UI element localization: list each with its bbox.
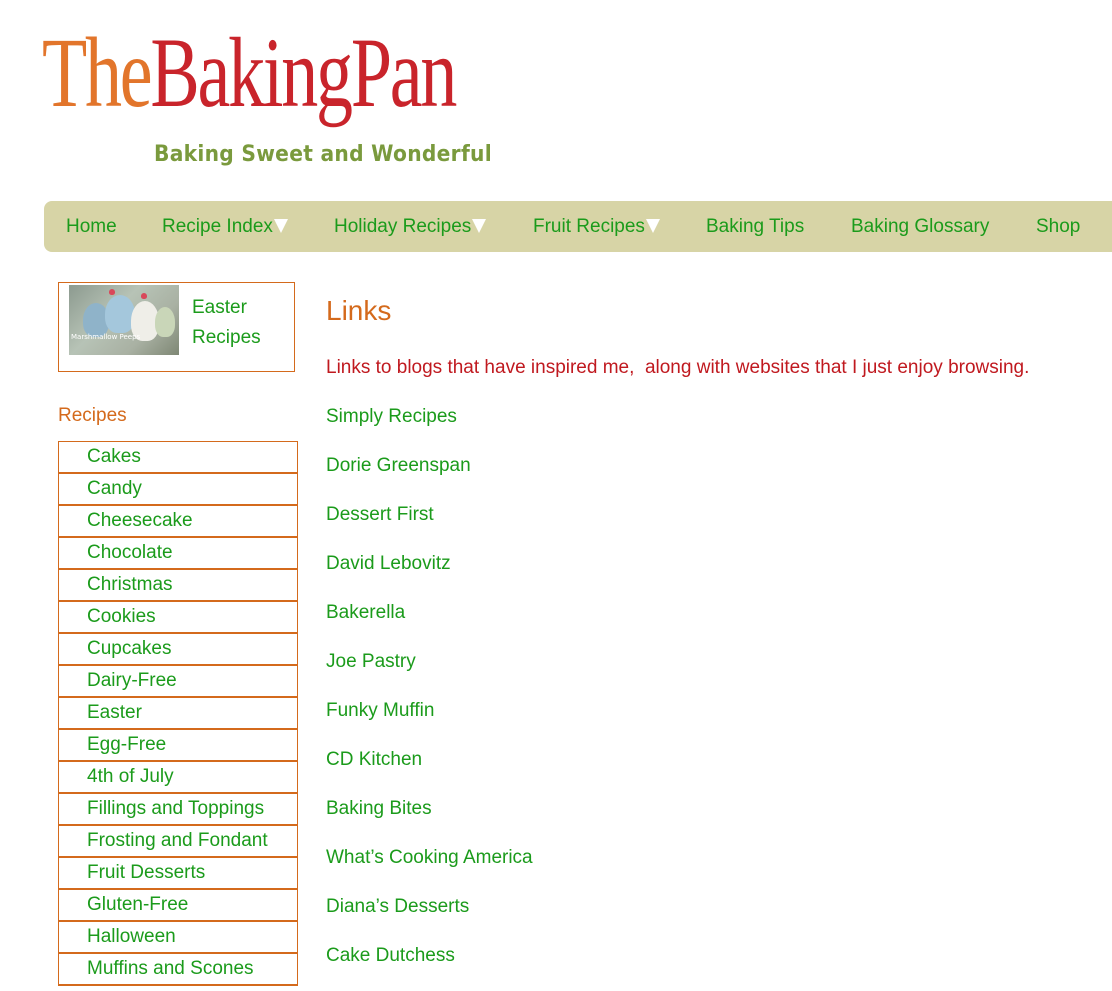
nav-fruit-recipes-label: Fruit Recipes bbox=[533, 216, 645, 237]
external-link[interactable]: Baking Bites bbox=[326, 795, 533, 844]
recipe-category-link[interactable]: Muffins and Scones bbox=[59, 954, 297, 986]
nav-shop-label: Shop bbox=[1036, 216, 1081, 237]
nav-baking-glossary[interactable]: Baking Glossary bbox=[851, 201, 989, 252]
dropdown-arrow-icon bbox=[273, 219, 288, 233]
recipe-category-link[interactable]: Fillings and Toppings bbox=[59, 794, 297, 826]
external-link[interactable]: Cake Dutchess bbox=[326, 942, 533, 991]
feature-label-line2: Recipes bbox=[192, 327, 261, 348]
peep-shape bbox=[155, 307, 175, 337]
recipe-category-link[interactable]: Cheesecake bbox=[59, 506, 297, 538]
nav-baking-glossary-label: Baking Glossary bbox=[851, 216, 990, 237]
recipe-category-link[interactable]: Cupcakes bbox=[59, 634, 297, 666]
easter-recipes-feature[interactable]: Marshmallow Peeps Easter Recipes bbox=[58, 282, 295, 372]
nav-home-label: Home bbox=[66, 216, 117, 237]
external-link[interactable]: Joe Pastry bbox=[326, 648, 533, 697]
recipe-category-link[interactable]: Easter bbox=[59, 698, 297, 730]
bow-shape bbox=[109, 289, 115, 295]
recipe-category-link[interactable]: Candy bbox=[59, 474, 297, 506]
recipe-category-link[interactable]: Dairy-Free bbox=[59, 666, 297, 698]
site-logo[interactable]: TheBakingPan Baking Sweet and Wonderful bbox=[42, 14, 502, 174]
recipe-category-link[interactable]: Cakes bbox=[59, 442, 297, 474]
external-link[interactable]: Dessert First bbox=[326, 501, 533, 550]
site-tagline: Baking Sweet and Wonderful bbox=[154, 142, 492, 167]
nav-holiday-recipes[interactable]: Holiday Recipes bbox=[334, 201, 487, 252]
feature-label-line1: Easter bbox=[192, 297, 247, 318]
recipe-category-link[interactable]: Halloween bbox=[59, 922, 297, 954]
feature-label[interactable]: Easter Recipes bbox=[192, 293, 292, 353]
nav-shop[interactable]: Shop bbox=[1036, 201, 1080, 252]
recipe-category-link[interactable]: Chocolate bbox=[59, 538, 297, 570]
recipe-category-link[interactable]: 4th of July bbox=[59, 762, 297, 794]
recipe-category-link[interactable]: Fruit Desserts bbox=[59, 858, 297, 890]
dropdown-arrow-icon bbox=[645, 219, 660, 233]
external-links-list: Simply Recipes Dorie Greenspan Dessert F… bbox=[326, 403, 533, 991]
recipe-category-link[interactable]: Frosting and Fondant bbox=[59, 826, 297, 858]
external-link[interactable]: Funky Muffin bbox=[326, 697, 533, 746]
logo-the: The bbox=[42, 17, 153, 128]
nav-baking-tips[interactable]: Baking Tips bbox=[706, 201, 804, 252]
nav-holiday-recipes-label: Holiday Recipes bbox=[334, 216, 472, 237]
external-link[interactable]: David Lebovitz bbox=[326, 550, 533, 599]
nav-fruit-recipes[interactable]: Fruit Recipes bbox=[533, 201, 660, 252]
logo-wordmark: TheBakingPan bbox=[42, 14, 457, 132]
external-link[interactable]: Simply Recipes bbox=[326, 403, 533, 452]
image-caption: Marshmallow Peeps bbox=[71, 333, 141, 341]
nav-recipe-index-label: Recipe Index bbox=[162, 216, 273, 237]
nav-home[interactable]: Home bbox=[66, 201, 117, 252]
external-link[interactable]: Diana’s Desserts bbox=[326, 893, 533, 942]
marshmallow-peeps-image[interactable]: Marshmallow Peeps bbox=[69, 285, 179, 355]
recipe-category-link[interactable]: Egg-Free bbox=[59, 730, 297, 762]
nav-baking-tips-label: Baking Tips bbox=[706, 216, 805, 237]
dropdown-arrow-icon bbox=[472, 219, 487, 233]
main-nav: Home Recipe Index Holiday Recipes Fruit … bbox=[44, 201, 1112, 252]
external-link[interactable]: Bakerella bbox=[326, 599, 533, 648]
external-link[interactable]: What’s Cooking America bbox=[326, 844, 533, 893]
external-link[interactable]: CD Kitchen bbox=[326, 746, 533, 795]
recipe-category-link[interactable]: Christmas bbox=[59, 570, 297, 602]
nav-recipe-index[interactable]: Recipe Index bbox=[162, 201, 288, 252]
recipe-category-link[interactable]: Gluten-Free bbox=[59, 890, 297, 922]
recipes-heading: Recipes bbox=[58, 405, 127, 426]
recipe-category-link[interactable]: Cookies bbox=[59, 602, 297, 634]
recipe-category-list: Cakes Candy Cheesecake Chocolate Christm… bbox=[58, 441, 298, 986]
external-link[interactable]: Dorie Greenspan bbox=[326, 452, 533, 501]
page-title: Links bbox=[326, 295, 392, 326]
bow-shape bbox=[141, 293, 147, 299]
logo-baking-pan: BakingPan bbox=[150, 17, 457, 128]
intro-text: Links to blogs that have inspired me, al… bbox=[326, 357, 1030, 378]
